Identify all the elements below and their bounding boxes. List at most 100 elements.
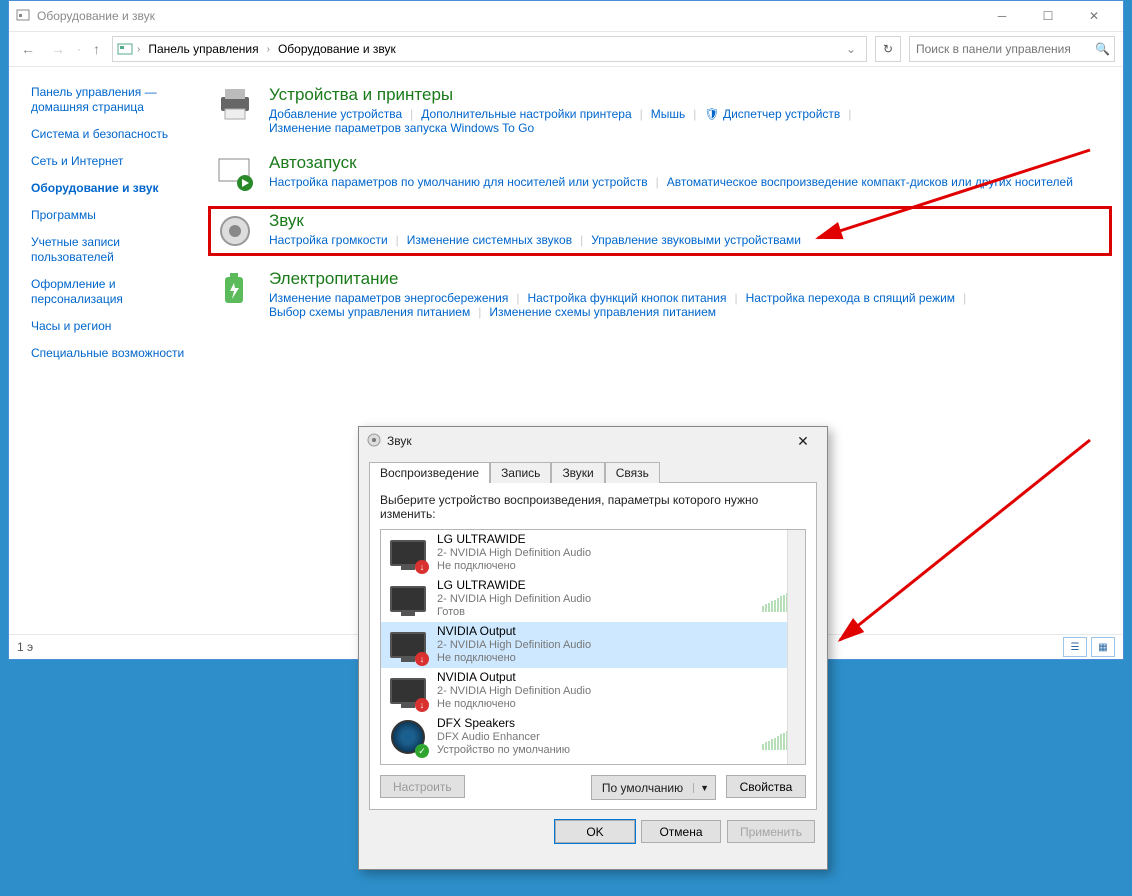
sidebar-item-hardware[interactable]: Оборудование и звук	[31, 181, 197, 196]
dialog-buttons: OK Отмена Применить	[359, 810, 827, 853]
battery-icon	[215, 269, 255, 309]
sidebar-item-accessibility[interactable]: Специальные возможности	[31, 346, 197, 361]
link-power-buttons[interactable]: Настройка функций кнопок питания	[527, 291, 726, 305]
dialog-title: Звук	[387, 434, 412, 448]
device-name: DFX Speakers	[437, 717, 752, 731]
device-row[interactable]: ↓NVIDIA Output2- NVIDIA High Definition …	[381, 668, 805, 714]
category-sound: Звук Настройка громкости| Изменение сист…	[209, 207, 1111, 255]
apply-button[interactable]: Применить	[727, 820, 815, 843]
link-sleep[interactable]: Настройка перехода в спящий режим	[746, 291, 955, 305]
device-status: Готов	[437, 606, 752, 619]
crumb-current[interactable]: Оборудование и звук	[274, 42, 400, 56]
up-button[interactable]: ↑	[89, 41, 104, 57]
link-sound-devices[interactable]: Управление звуковыми устройствами	[591, 233, 801, 247]
sidebar-item-system[interactable]: Система и безопасность	[31, 127, 197, 142]
category-autoplay: Автозапуск Настройка параметров по умолч…	[209, 149, 1111, 197]
tab-recording[interactable]: Запись	[490, 462, 551, 483]
properties-button[interactable]: Свойства	[726, 775, 806, 798]
link-autoplay-defaults[interactable]: Настройка параметров по умолчанию для но…	[269, 175, 648, 189]
device-name: LG ULTRAWIDE	[437, 533, 797, 547]
forward-button[interactable]: →	[47, 41, 69, 57]
device-status: Не подключено	[437, 698, 797, 711]
speaker-icon	[215, 211, 255, 251]
crumb-root[interactable]: Панель управления	[144, 42, 262, 56]
link-system-sounds[interactable]: Изменение системных звуков	[407, 233, 572, 247]
device-row[interactable]: ↓ LG ULTRAWIDE2- NVIDIA High Definition A…	[381, 530, 805, 576]
monitor-icon	[389, 580, 427, 618]
titlebar: Оборудование и звук ─ ☐ ✕	[9, 1, 1123, 31]
link-autoplay-cd[interactable]: Автоматическое воспроизведение компакт-д…	[667, 175, 1073, 189]
device-desc: 2- NVIDIA High Definition Audio	[437, 547, 797, 560]
link-add-device[interactable]: Добавление устройства	[269, 107, 402, 121]
tab-communications[interactable]: Связь	[605, 462, 660, 483]
link-windows-togo[interactable]: Изменение параметров запуска Windows To …	[269, 121, 534, 135]
category-title[interactable]: Автозапуск	[269, 153, 1073, 173]
view-icons-button[interactable]: ▦	[1091, 637, 1115, 657]
maximize-button[interactable]: ☐	[1025, 1, 1071, 31]
sidebar: Панель управления —домашняя страница Сис…	[9, 67, 197, 637]
refresh-button[interactable]: ↻	[875, 36, 901, 62]
category-power: Электропитание Изменение параметров энер…	[209, 265, 1111, 323]
sidebar-item-network[interactable]: Сеть и Интернет	[31, 154, 197, 169]
link-printer-settings[interactable]: Дополнительные настройки принтера	[421, 107, 631, 121]
monitor-icon: ↓	[389, 534, 427, 572]
chevron-down-icon[interactable]: ▼	[693, 783, 715, 793]
cancel-button[interactable]: Отмена	[641, 820, 721, 843]
link-power-plan[interactable]: Выбор схемы управления питанием	[269, 305, 470, 319]
category-devices: Устройства и принтеры Добавление устройс…	[209, 81, 1111, 139]
device-row[interactable]: ✓DFX SpeakersDFX Audio EnhancerУстройств…	[381, 714, 805, 760]
monitor-icon: ↓	[389, 672, 427, 710]
monitor-icon: ↓	[389, 626, 427, 664]
chevron-right-icon: ›	[267, 44, 270, 55]
dialog-close-button[interactable]: ✕	[787, 430, 819, 452]
set-default-button[interactable]: По умолчанию▼	[591, 775, 716, 800]
device-name: LG ULTRAWIDE	[437, 579, 752, 593]
tab-playback[interactable]: Воспроизведение	[369, 462, 490, 483]
link-change-plan[interactable]: Изменение схемы управления питанием	[489, 305, 716, 319]
sidebar-home[interactable]: Панель управления —домашняя страница	[31, 85, 197, 115]
close-button[interactable]: ✕	[1071, 1, 1117, 31]
scrollbar[interactable]	[787, 530, 805, 764]
device-desc: DFX Audio Enhancer	[437, 731, 752, 744]
sidebar-item-appearance[interactable]: Оформление и персонализация	[31, 277, 197, 307]
search-input[interactable]	[914, 41, 1095, 57]
chevron-right-icon: ›	[137, 44, 140, 55]
tab-sounds[interactable]: Звуки	[551, 462, 604, 483]
back-button[interactable]: ←	[17, 41, 39, 57]
ok-button[interactable]: OK	[555, 820, 635, 843]
search-box[interactable]: 🔍	[909, 36, 1115, 62]
device-list: ↓LG ULTRAWIDE2- NVIDIA High Definition A…	[380, 529, 806, 765]
category-title[interactable]: Устройства и принтеры	[269, 85, 1105, 105]
configure-button[interactable]: Настроить	[380, 775, 465, 798]
category-title[interactable]: Электропитание	[269, 269, 1105, 289]
sound-dialog: Звук ✕ Воспроизведение Запись Звуки Связ…	[358, 426, 828, 870]
dialog-titlebar: Звук ✕	[359, 427, 827, 455]
device-name: NVIDIA Output	[437, 625, 797, 639]
speaker-icon: ✓	[389, 718, 427, 756]
tab-strip: Воспроизведение Запись Звуки Связь	[359, 455, 827, 482]
address-bar[interactable]: › Панель управления › Оборудование и зву…	[112, 36, 867, 62]
sidebar-item-accounts[interactable]: Учетные записи пользователей	[31, 235, 197, 265]
minimize-button[interactable]: ─	[979, 1, 1025, 31]
link-device-manager[interactable]: 🛡 Диспетчер устройств	[704, 107, 840, 121]
status-text: 1 э	[17, 640, 33, 654]
chevron-down-icon[interactable]: ⌄	[840, 42, 862, 56]
link-volume[interactable]: Настройка громкости	[269, 233, 388, 247]
view-details-button[interactable]: ☰	[1063, 637, 1087, 657]
device-desc: 2- NVIDIA High Definition Audio	[437, 685, 797, 698]
device-row[interactable]: ↓ NVIDIA Output2- NVIDIA High Definition …	[381, 622, 805, 668]
link-power-settings[interactable]: Изменение параметров энергосбережения	[269, 291, 508, 305]
sidebar-item-programs[interactable]: Программы	[31, 208, 197, 223]
printer-icon	[215, 85, 255, 125]
window-title: Оборудование и звук	[37, 9, 155, 23]
tab-page-playback: Выберите устройство воспроизведения, пар…	[369, 482, 817, 810]
toolbar: ← → · ↑ › Панель управления › Оборудован…	[9, 31, 1123, 67]
device-row[interactable]: LG ULTRAWIDE2- NVIDIA High Definition Au…	[381, 576, 805, 622]
instruction-text: Выберите устройство воспроизведения, пар…	[380, 493, 806, 521]
device-desc: 2- NVIDIA High Definition Audio	[437, 639, 797, 652]
window-icon	[15, 8, 31, 24]
link-mouse[interactable]: Мышь	[651, 107, 686, 121]
category-title[interactable]: Звук	[269, 211, 801, 231]
device-status: Не подключено	[437, 652, 797, 665]
sidebar-item-clock[interactable]: Часы и регион	[31, 319, 197, 334]
